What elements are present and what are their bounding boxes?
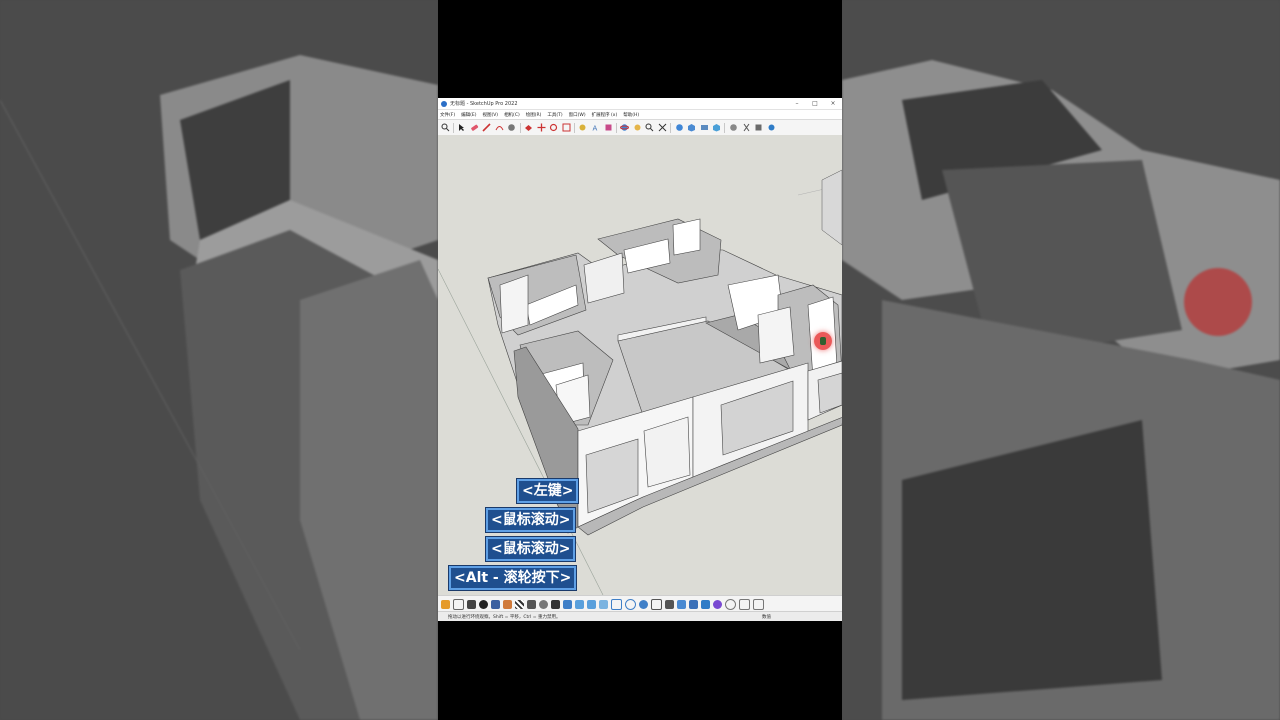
move-icon[interactable] xyxy=(536,123,546,133)
select-icon[interactable] xyxy=(457,123,467,133)
menu-help[interactable]: 帮助(H) xyxy=(623,112,639,118)
background-model-right xyxy=(842,0,1280,720)
extension-icon[interactable] xyxy=(754,123,764,133)
pencil-icon[interactable] xyxy=(482,123,492,133)
measurements-label: 数值 xyxy=(762,615,771,620)
shape-icon[interactable] xyxy=(507,123,517,133)
menu-file[interactable]: 文件(F) xyxy=(440,112,455,118)
background-model-left xyxy=(0,0,438,720)
sandbox-icon[interactable] xyxy=(728,123,738,133)
zoom-extents-icon[interactable] xyxy=(658,123,668,133)
text-icon[interactable]: A xyxy=(591,123,601,133)
menu-tools[interactable]: 工具(T) xyxy=(547,112,562,118)
blurred-background-right xyxy=(842,0,1280,720)
title-bar: 无标题 - SketchUp Pro 2022 – □ × xyxy=(438,98,842,110)
close-button[interactable]: × xyxy=(824,98,842,109)
zoom-icon[interactable] xyxy=(645,123,655,133)
pushpull-icon[interactable] xyxy=(524,123,534,133)
cloud-sync-icon[interactable] xyxy=(599,599,608,609)
rotate-icon[interactable] xyxy=(549,123,559,133)
toolbar-separator xyxy=(670,122,672,133)
toolbar-separator xyxy=(519,122,521,133)
status-bar: 拖动以进行环绕观察。Shift = 平移，Ctrl = 重力禁用。 数值 xyxy=(438,611,842,621)
toolbar-separator xyxy=(452,122,454,133)
maximize-button[interactable]: □ xyxy=(806,98,824,109)
copy-icon[interactable] xyxy=(611,598,622,610)
shape-icon[interactable] xyxy=(563,599,572,609)
plus-circle-icon[interactable] xyxy=(725,598,736,610)
window-icon[interactable] xyxy=(739,598,750,610)
sketch-icon[interactable] xyxy=(713,599,722,609)
menu-window[interactable]: 窗口(W) xyxy=(569,112,586,118)
cloud-icon[interactable] xyxy=(527,599,536,609)
add-icon[interactable] xyxy=(479,599,488,609)
toolbar-separator xyxy=(615,122,617,133)
move-icon[interactable] xyxy=(651,598,662,610)
paint-icon[interactable] xyxy=(603,123,613,133)
minimize-button[interactable]: – xyxy=(788,98,806,109)
model-viewport[interactable]: <左键> <鼠标滚动> <鼠标滚动> <Alt - 滚轮按下> xyxy=(438,135,842,595)
photo-icon[interactable] xyxy=(753,598,764,610)
magic-icon[interactable] xyxy=(701,599,710,609)
shortcut-alt-wheel-label: <Alt - 滚轮按下> xyxy=(449,566,577,590)
menu-draw[interactable]: 绘图(R) xyxy=(526,112,542,118)
svg-text:A: A xyxy=(593,125,598,133)
refresh-icon[interactable] xyxy=(453,598,464,610)
sketchup-app-icon xyxy=(441,100,447,107)
eraser-icon[interactable] xyxy=(469,123,479,133)
style-icon[interactable] xyxy=(687,123,697,133)
sketchup-window: 无标题 - SketchUp Pro 2022 – □ × 文件(F) 编辑(E… xyxy=(438,98,842,621)
cursor-highlight-marker xyxy=(814,332,832,350)
camera-icon[interactable] xyxy=(665,599,674,609)
main-toolbar: A xyxy=(438,120,842,136)
xray-icon[interactable] xyxy=(712,123,722,133)
mail-icon[interactable] xyxy=(551,599,560,609)
cloud-down-icon[interactable] xyxy=(587,599,596,609)
warehouse-icon[interactable] xyxy=(441,599,450,609)
bottom-toolbar xyxy=(438,595,842,612)
standard-views-icon[interactable] xyxy=(674,123,684,133)
gear-icon[interactable] xyxy=(539,599,548,609)
toolbar-separator xyxy=(573,122,575,133)
menu-bar: 文件(F) 编辑(E) 视图(V) 相机(C) 绘图(R) 工具(T) 窗口(W… xyxy=(438,110,842,120)
shortcut-left-click-label: <左键> xyxy=(517,479,579,503)
cloud-up-icon[interactable] xyxy=(575,599,584,609)
sandbox-icon[interactable] xyxy=(467,599,476,609)
scale-icon[interactable] xyxy=(561,123,571,133)
blurred-background-left xyxy=(0,0,438,720)
window-title: 无标题 - SketchUp Pro 2022 xyxy=(450,101,518,107)
shortcut-scroll-label: <鼠标滚动> xyxy=(486,508,576,532)
toolbar-separator xyxy=(724,122,726,133)
arc-icon[interactable] xyxy=(494,123,504,133)
menu-view[interactable]: 视图(V) xyxy=(482,112,498,118)
box-icon[interactable] xyxy=(677,599,686,609)
menu-extensions[interactable]: 扩展程序 (x) xyxy=(592,112,618,118)
cube-icon[interactable] xyxy=(689,599,698,609)
section-icon[interactable] xyxy=(699,123,709,133)
menu-camera[interactable]: 相机(C) xyxy=(504,112,520,118)
orbit-icon[interactable] xyxy=(620,123,630,133)
pie-icon[interactable] xyxy=(639,599,648,609)
menu-edit[interactable]: 编辑(E) xyxy=(461,112,476,118)
tape-icon[interactable] xyxy=(578,123,588,133)
shortcut-scroll-label-2: <鼠标滚动> xyxy=(486,537,576,561)
target-icon[interactable] xyxy=(625,598,636,610)
layout-icon[interactable] xyxy=(766,123,776,133)
checker-icon[interactable] xyxy=(515,599,524,609)
search-icon[interactable] xyxy=(440,123,450,133)
warehouse-icon[interactable] xyxy=(741,123,751,133)
status-hint: 拖动以进行环绕观察。Shift = 平移，Ctrl = 重力禁用。 xyxy=(448,615,561,620)
pan-icon[interactable] xyxy=(632,123,642,133)
flag-icon[interactable] xyxy=(491,599,500,609)
bookmark-icon[interactable] xyxy=(503,599,512,609)
